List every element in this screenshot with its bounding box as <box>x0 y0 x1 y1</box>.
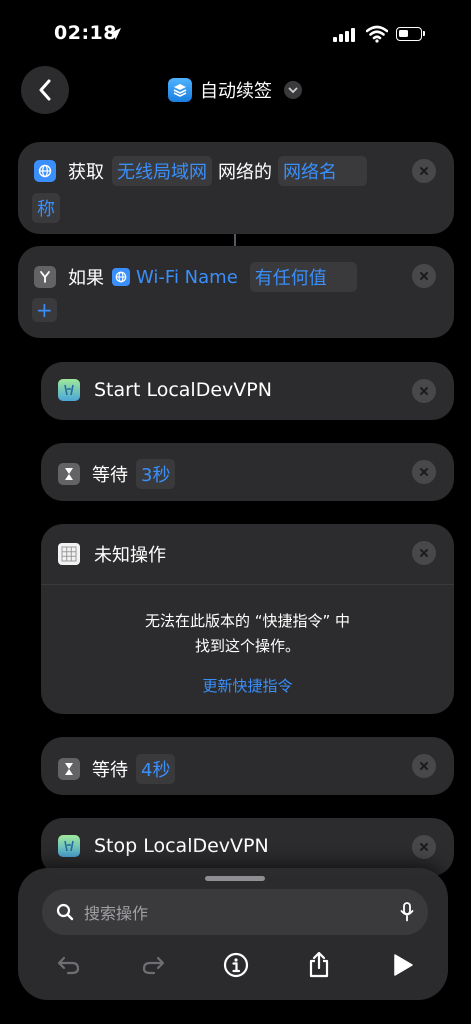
wifi-name-label: Wi-Fi Name <box>136 266 238 288</box>
stop-vpn-label: Stop LocalDevVPN <box>94 835 269 857</box>
globe-icon <box>34 160 56 182</box>
start-vpn-label: Start LocalDevVPN <box>94 379 272 401</box>
network-detail-token[interactable]: 网络名 <box>278 156 367 186</box>
share-icon <box>309 951 329 978</box>
undo-icon <box>57 956 80 975</box>
microphone-icon[interactable] <box>400 902 414 922</box>
layers-icon <box>168 78 192 102</box>
close-icon <box>420 167 428 175</box>
wait-duration-token-1[interactable]: 3秒 <box>136 459 176 489</box>
hourglass-icon <box>58 758 80 780</box>
remove-wait-1-button[interactable] <box>412 460 436 484</box>
unknown-message-line1: 无法在此版本的 “快捷指令” 中 <box>144 612 351 630</box>
search-icon <box>56 903 74 921</box>
remove-stop-vpn-button[interactable] <box>412 835 436 859</box>
wait-verb-2: 等待 <box>92 760 128 781</box>
wait-verb-1: 等待 <box>92 465 128 486</box>
search-placeholder: 搜索操作 <box>84 904 149 923</box>
action-connector <box>234 234 236 246</box>
search-actions-field[interactable]: 搜索操作 <box>42 889 428 935</box>
if-action[interactable] <box>18 246 454 338</box>
unknown-action-icon <box>58 543 80 565</box>
remove-get-network-button[interactable] <box>412 159 436 183</box>
wifi-icon <box>365 25 389 47</box>
if-verb: 如果 <box>68 268 104 289</box>
chevron-down-icon <box>284 81 302 99</box>
remove-unknown-button[interactable] <box>412 541 436 565</box>
close-icon <box>420 549 428 557</box>
page-title: 自动续签 <box>200 81 272 102</box>
network-type-token[interactable]: 无线局域网 <box>112 156 212 186</box>
cellular-signal-icon <box>333 28 355 42</box>
get-connector: 网络的 <box>218 162 272 183</box>
unknown-divider <box>41 584 454 585</box>
network-detail-token-cont[interactable]: 称 <box>32 193 60 223</box>
info-button[interactable] <box>221 950 251 980</box>
wait-duration-token-2[interactable]: 4秒 <box>136 754 176 784</box>
shortcut-title-menu[interactable]: 自动续签 <box>168 77 302 103</box>
undo-button[interactable] <box>54 950 84 980</box>
play-icon <box>394 954 413 976</box>
redo-icon <box>142 956 165 975</box>
globe-icon <box>112 268 130 286</box>
back-button[interactable] <box>21 66 69 114</box>
localdevvpn-app-icon <box>58 379 80 401</box>
remove-wait-2-button[interactable] <box>412 754 436 778</box>
branch-icon <box>34 266 56 288</box>
condition-token[interactable]: 有任何值 <box>249 262 357 292</box>
remove-start-vpn-button[interactable] <box>412 379 436 403</box>
close-icon <box>420 843 428 851</box>
info-icon <box>223 952 249 978</box>
unknown-message-line2: 找到这个操作。 <box>194 637 300 655</box>
close-icon <box>420 762 428 770</box>
update-shortcuts-link[interactable]: 更新快捷指令 <box>41 675 454 696</box>
share-button[interactable] <box>304 950 334 980</box>
localdevvpn-app-icon <box>58 835 80 857</box>
remove-if-button[interactable] <box>412 264 436 288</box>
unknown-action-title: 未知操作 <box>94 545 166 566</box>
location-arrow-icon <box>108 26 122 45</box>
add-condition-button[interactable]: + <box>32 298 57 322</box>
hourglass-icon <box>58 463 80 485</box>
get-verb: 获取 <box>68 162 104 183</box>
chevron-left-icon <box>39 79 51 101</box>
panel-grabber[interactable] <box>205 876 265 881</box>
battery-icon <box>396 27 425 41</box>
wifi-name-variable[interactable]: Wi-Fi Name <box>112 267 238 288</box>
run-button[interactable] <box>388 950 418 980</box>
close-icon <box>420 387 428 395</box>
close-icon <box>420 272 428 280</box>
close-icon <box>420 468 428 476</box>
redo-button[interactable] <box>138 950 168 980</box>
